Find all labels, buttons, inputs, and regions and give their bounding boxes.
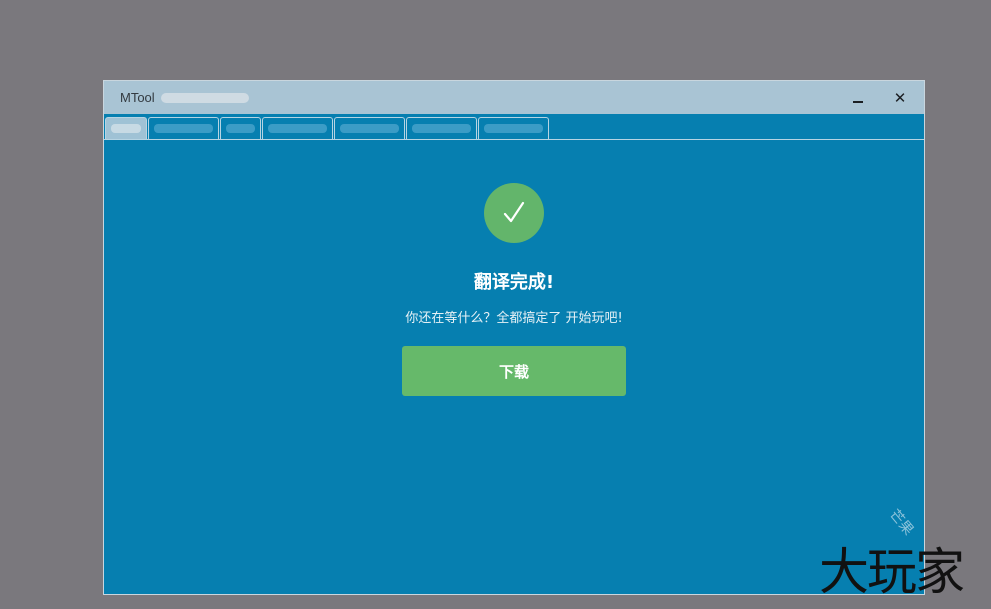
- tab-4[interactable]: [262, 117, 333, 139]
- tab-6[interactable]: [406, 117, 477, 139]
- tab-5-label-blurred: [340, 124, 399, 133]
- tab-1[interactable]: [105, 117, 147, 139]
- checkmark-icon: [503, 201, 525, 223]
- title-blurred-text: [160, 92, 249, 103]
- completion-subtitle: 你还在等什么？全都搞定了 开始玩吧!: [405, 311, 623, 326]
- tab-3[interactable]: [220, 117, 261, 139]
- tab-2[interactable]: [148, 117, 219, 139]
- minimize-button[interactable]: [838, 81, 878, 114]
- result-panel: 翻译完成! 你还在等什么？全都搞定了 开始玩吧! 下载: [104, 141, 924, 594]
- completion-title: 翻译完成!: [473, 272, 555, 293]
- close-icon: ✕: [893, 88, 907, 107]
- tab-4-label-blurred: [268, 124, 327, 133]
- title-bar[interactable]: MTool ✕: [104, 81, 924, 114]
- desktop: MTool ✕ 翻译完成! 你还在等什么？全都搞定了 开始玩吧! 下载 芒果 大…: [0, 0, 991, 609]
- minimize-icon: [853, 100, 863, 103]
- tab-7[interactable]: [478, 117, 549, 139]
- tab-bar: [104, 114, 924, 140]
- tab-6-label-blurred: [412, 124, 471, 133]
- success-badge: [484, 183, 544, 243]
- download-button[interactable]: 下载: [402, 346, 626, 396]
- tab-5[interactable]: [334, 117, 405, 139]
- tab-1-label-blurred: [111, 124, 141, 133]
- tab-3-label-blurred: [226, 124, 255, 133]
- tab-7-label-blurred: [484, 124, 543, 133]
- window-title: MTool: [120, 90, 155, 105]
- close-button[interactable]: ✕: [880, 81, 920, 114]
- tab-2-label-blurred: [154, 124, 213, 133]
- watermark-logo: 大玩家: [819, 543, 965, 601]
- mtool-window: MTool ✕ 翻译完成! 你还在等什么？全都搞定了 开始玩吧! 下载: [103, 80, 925, 595]
